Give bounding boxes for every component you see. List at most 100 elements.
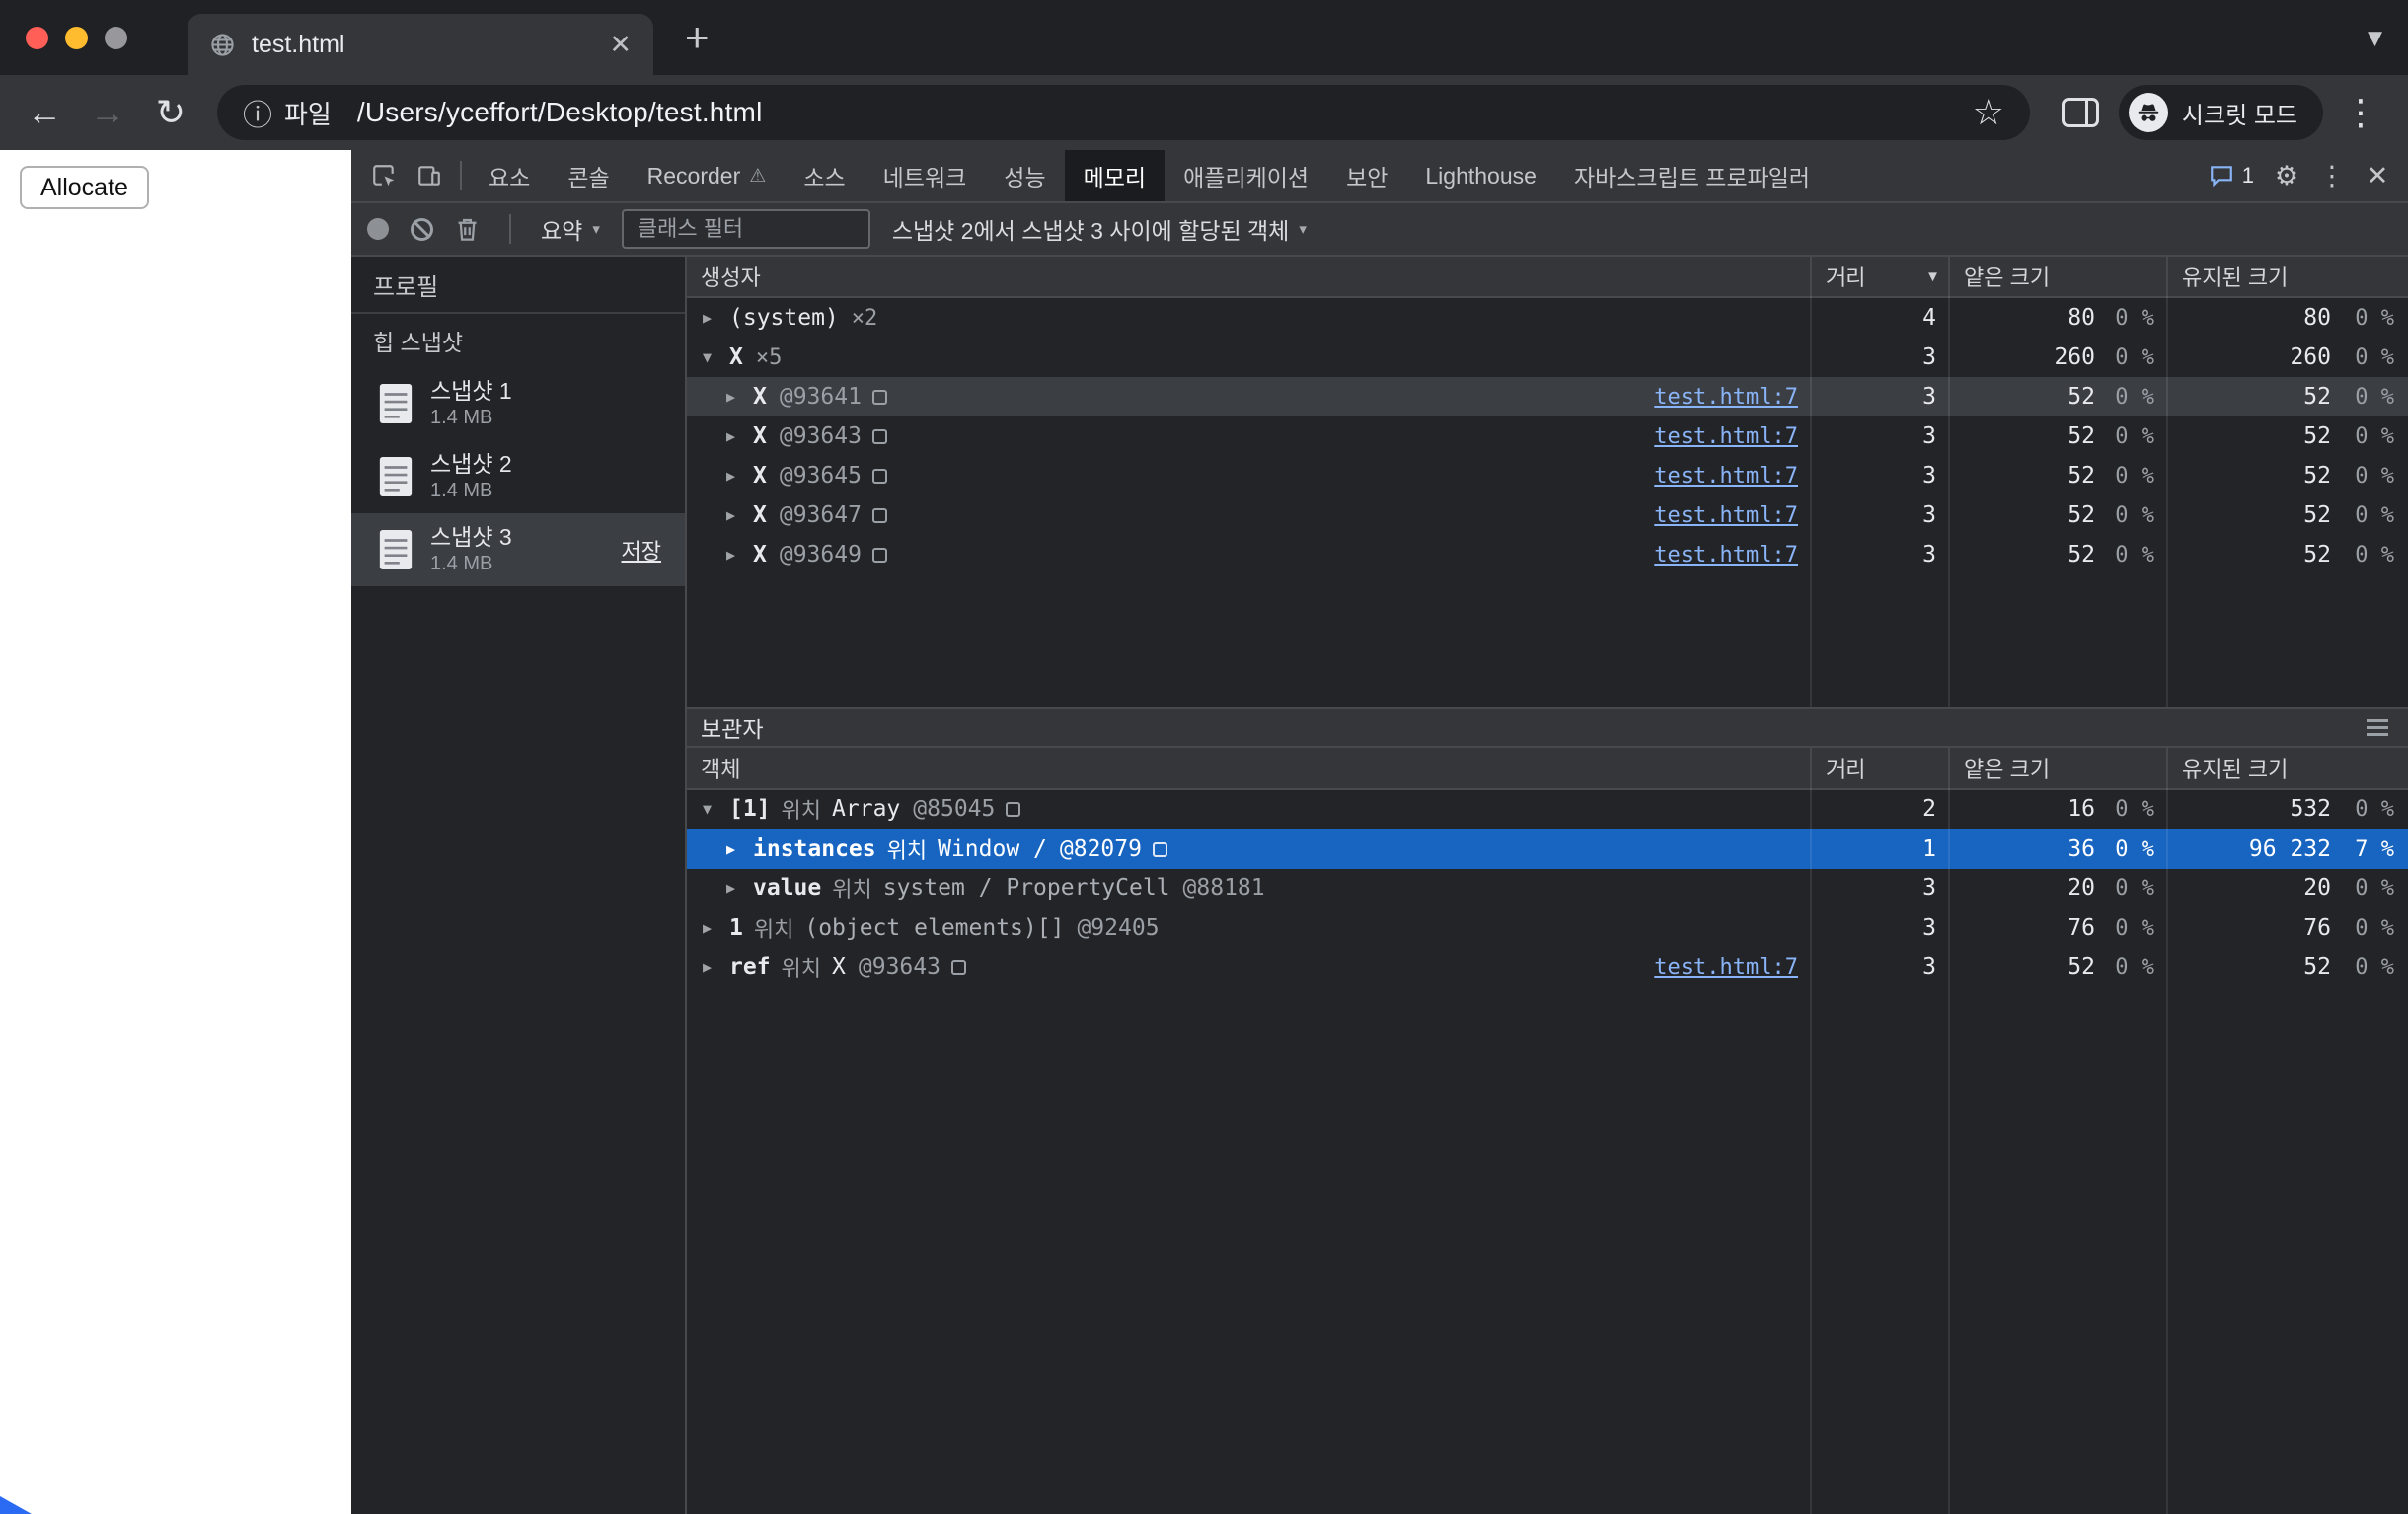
issues-button[interactable]: 1 (2199, 163, 2264, 189)
retainer-row-array[interactable]: ▼ [1] 위치 Array @85045 2 160 % 5320 % (687, 790, 2408, 829)
source-location-link[interactable]: test.html:7 (1654, 955, 1812, 980)
tab-close-icon[interactable]: ✕ (609, 32, 632, 58)
disclosure-collapsed-icon[interactable]: ▶ (726, 467, 753, 485)
column-header-shallow-size[interactable]: 얕은 크기 (1950, 257, 2168, 296)
tab-search-chevron-icon[interactable]: ▾ (2368, 21, 2382, 55)
device-toolbar-icon[interactable] (407, 150, 452, 201)
address-bar[interactable]: ⓘ 파일 /Users/yceffort/Desktop/test.html ☆ (217, 85, 2030, 140)
disclosure-collapsed-icon[interactable]: ▶ (726, 840, 753, 858)
devtools-close-icon[interactable]: ✕ (2355, 153, 2400, 198)
column-header-retained-size[interactable]: 유지된 크기 (2168, 748, 2408, 788)
side-panel-icon[interactable] (2062, 98, 2099, 127)
instance-row-93647[interactable]: ▶ X @93647 test.html:7 3 520 % 520 % (687, 495, 2408, 535)
constructor-row-system[interactable]: ▶ (system) ×2 4 800 % 800 % (687, 298, 2408, 338)
instance-row-93641[interactable]: ▶ X @93641 test.html:7 3 520 % 520 % (687, 377, 2408, 416)
new-tab-button[interactable]: + (685, 14, 710, 61)
window-minimize-button[interactable] (65, 27, 88, 49)
tab-application[interactable]: 애플리케이션 (1165, 150, 1327, 201)
class-filter-input[interactable] (622, 209, 870, 249)
instance-row-93645[interactable]: ▶ X @93645 test.html:7 3 520 % 520 % (687, 456, 2408, 495)
source-location-link[interactable]: test.html:7 (1654, 464, 1812, 489)
tab-js-profiler[interactable]: 자바스크립트 프로파일러 (1555, 150, 1829, 201)
browser-tab[interactable]: test.html ✕ (188, 14, 653, 75)
delete-profile-icon[interactable] (455, 216, 480, 243)
inspect-element-icon[interactable] (361, 150, 407, 201)
back-button[interactable]: ← (16, 84, 73, 141)
source-location-link[interactable]: test.html:7 (1654, 385, 1812, 410)
object-preview-icon[interactable] (872, 469, 887, 484)
tab-performance[interactable]: 성능 (985, 150, 1064, 201)
profiles-sidebar: 프로필 힙 스냅샷 스냅샷 1 1.4 MB (351, 257, 687, 1514)
instance-row-93643[interactable]: ▶ X @93643 test.html:7 3 520 % 520 % (687, 416, 2408, 456)
snapshot-name: 스냅샷 2 (430, 451, 512, 479)
disclosure-collapsed-icon[interactable]: ▶ (726, 879, 753, 897)
window-close-button[interactable] (26, 27, 48, 49)
disclosure-expanded-icon[interactable]: ▼ (703, 800, 729, 818)
object-preview-icon[interactable] (872, 508, 887, 523)
retainer-row-instances[interactable]: ▶ instances 위치 Window / @82079 1 360 % 9… (687, 829, 2408, 869)
reload-button[interactable]: ↻ (142, 84, 199, 141)
object-preview-icon[interactable] (872, 390, 887, 405)
retainer-row-ref[interactable]: ▶ ref 위치 X @93643 test.html:7 3 520 % (687, 947, 2408, 987)
retainers-menu-hamburger-icon[interactable] (2367, 719, 2394, 736)
column-header-distance[interactable]: 거리 (1812, 748, 1950, 788)
tab-network[interactable]: 네트워크 (865, 150, 986, 201)
record-heap-snapshot-icon[interactable] (367, 218, 389, 240)
bookmark-star-icon[interactable]: ☆ (1973, 92, 2004, 133)
source-location-link[interactable]: test.html:7 (1654, 424, 1812, 449)
object-preview-icon[interactable] (1006, 802, 1020, 817)
retainer-row-value[interactable]: ▶ value 위치 system / PropertyCell @88181 … (687, 869, 2408, 908)
object-preview-icon[interactable] (1153, 842, 1167, 857)
window-zoom-button[interactable] (105, 27, 127, 49)
disclosure-collapsed-icon[interactable]: ▶ (726, 546, 753, 564)
devtools-settings-gear-icon[interactable]: ⚙ (2264, 153, 2309, 198)
disclosure-collapsed-icon[interactable]: ▶ (726, 388, 753, 406)
disclosure-expanded-icon[interactable]: ▼ (703, 348, 729, 366)
issue-count: 1 (2242, 163, 2254, 189)
source-location-link[interactable]: test.html:7 (1654, 503, 1812, 528)
disclosure-collapsed-icon[interactable]: ▶ (726, 506, 753, 524)
memory-toolbar: 요약 ▾ 스냅샷 2에서 스냅샷 3 사이에 할당된 객체 ▾ (351, 203, 2408, 257)
retainer-row-object-elements[interactable]: ▶ 1 위치 (object elements)[] @92405 3 760 … (687, 908, 2408, 947)
perspective-select[interactable]: 요약 ▾ (541, 212, 600, 246)
retainers-header-row: 객체 거리 얕은 크기 유지된 크기 (687, 748, 2408, 790)
column-header-retained-size[interactable]: 유지된 크기 (2168, 257, 2408, 296)
column-header-object[interactable]: 객체 (687, 748, 1812, 788)
snapshot-item-2[interactable]: 스냅샷 2 1.4 MB (351, 440, 685, 513)
url-text[interactable]: /Users/yceffort/Desktop/test.html (357, 97, 763, 128)
column-header-shallow-size[interactable]: 얕은 크기 (1950, 748, 2168, 788)
tab-recorder[interactable]: Recorder⚠ (629, 150, 786, 201)
devtools-menu-kebab-icon[interactable]: ⋮ (2309, 153, 2355, 198)
tab-console[interactable]: 콘솔 (549, 150, 628, 201)
tab-security[interactable]: 보안 (1327, 150, 1406, 201)
tab-memory[interactable]: 메모리 (1065, 150, 1165, 201)
column-header-distance[interactable]: 거리 ▼ (1812, 257, 1950, 296)
snapshot-size: 1.4 MB (430, 479, 512, 502)
snapshot-item-3[interactable]: 스냅샷 3 1.4 MB 저장 (351, 513, 685, 586)
tab-elements[interactable]: 요소 (470, 150, 549, 201)
snapshot-save-link[interactable]: 저장 (622, 534, 671, 566)
column-header-constructor[interactable]: 생성자 (687, 257, 1812, 296)
disclosure-collapsed-icon[interactable]: ▶ (703, 958, 729, 976)
globe-favicon-icon (209, 32, 236, 58)
disclosure-collapsed-icon[interactable]: ▶ (703, 919, 729, 937)
allocate-button[interactable]: Allocate (20, 166, 149, 209)
tab-lighthouse[interactable]: Lighthouse (1406, 150, 1555, 201)
instance-row-93649[interactable]: ▶ X @93649 test.html:7 3 520 % 520 % (687, 535, 2408, 574)
memory-grids: 생성자 거리 ▼ 얕은 크기 유지된 크기 ▶ (system) (687, 257, 2408, 1514)
page-info-icon[interactable]: ⓘ (243, 91, 272, 134)
snapshot-item-1[interactable]: 스냅샷 1 1.4 MB (351, 367, 685, 440)
object-preview-icon[interactable] (951, 960, 966, 975)
disclosure-collapsed-icon[interactable]: ▶ (726, 427, 753, 445)
constructor-row-x[interactable]: ▼ X ×5 3 2600 % 2600 % (687, 338, 2408, 377)
tab-sources[interactable]: 소스 (785, 150, 864, 201)
constructors-grid: 생성자 거리 ▼ 얕은 크기 유지된 크기 ▶ (system) (687, 257, 2408, 707)
object-preview-icon[interactable] (872, 429, 887, 444)
web-page: Allocate (0, 150, 351, 1514)
disclosure-collapsed-icon[interactable]: ▶ (703, 309, 729, 327)
browser-menu-kebab-icon[interactable]: ⋮ (2329, 92, 2392, 133)
allocation-filter-select[interactable]: 스냅샷 2에서 스냅샷 3 사이에 할당된 객체 ▾ (892, 212, 1307, 246)
object-preview-icon[interactable] (872, 548, 887, 563)
clear-profiles-icon[interactable] (411, 218, 433, 241)
source-location-link[interactable]: test.html:7 (1654, 543, 1812, 568)
